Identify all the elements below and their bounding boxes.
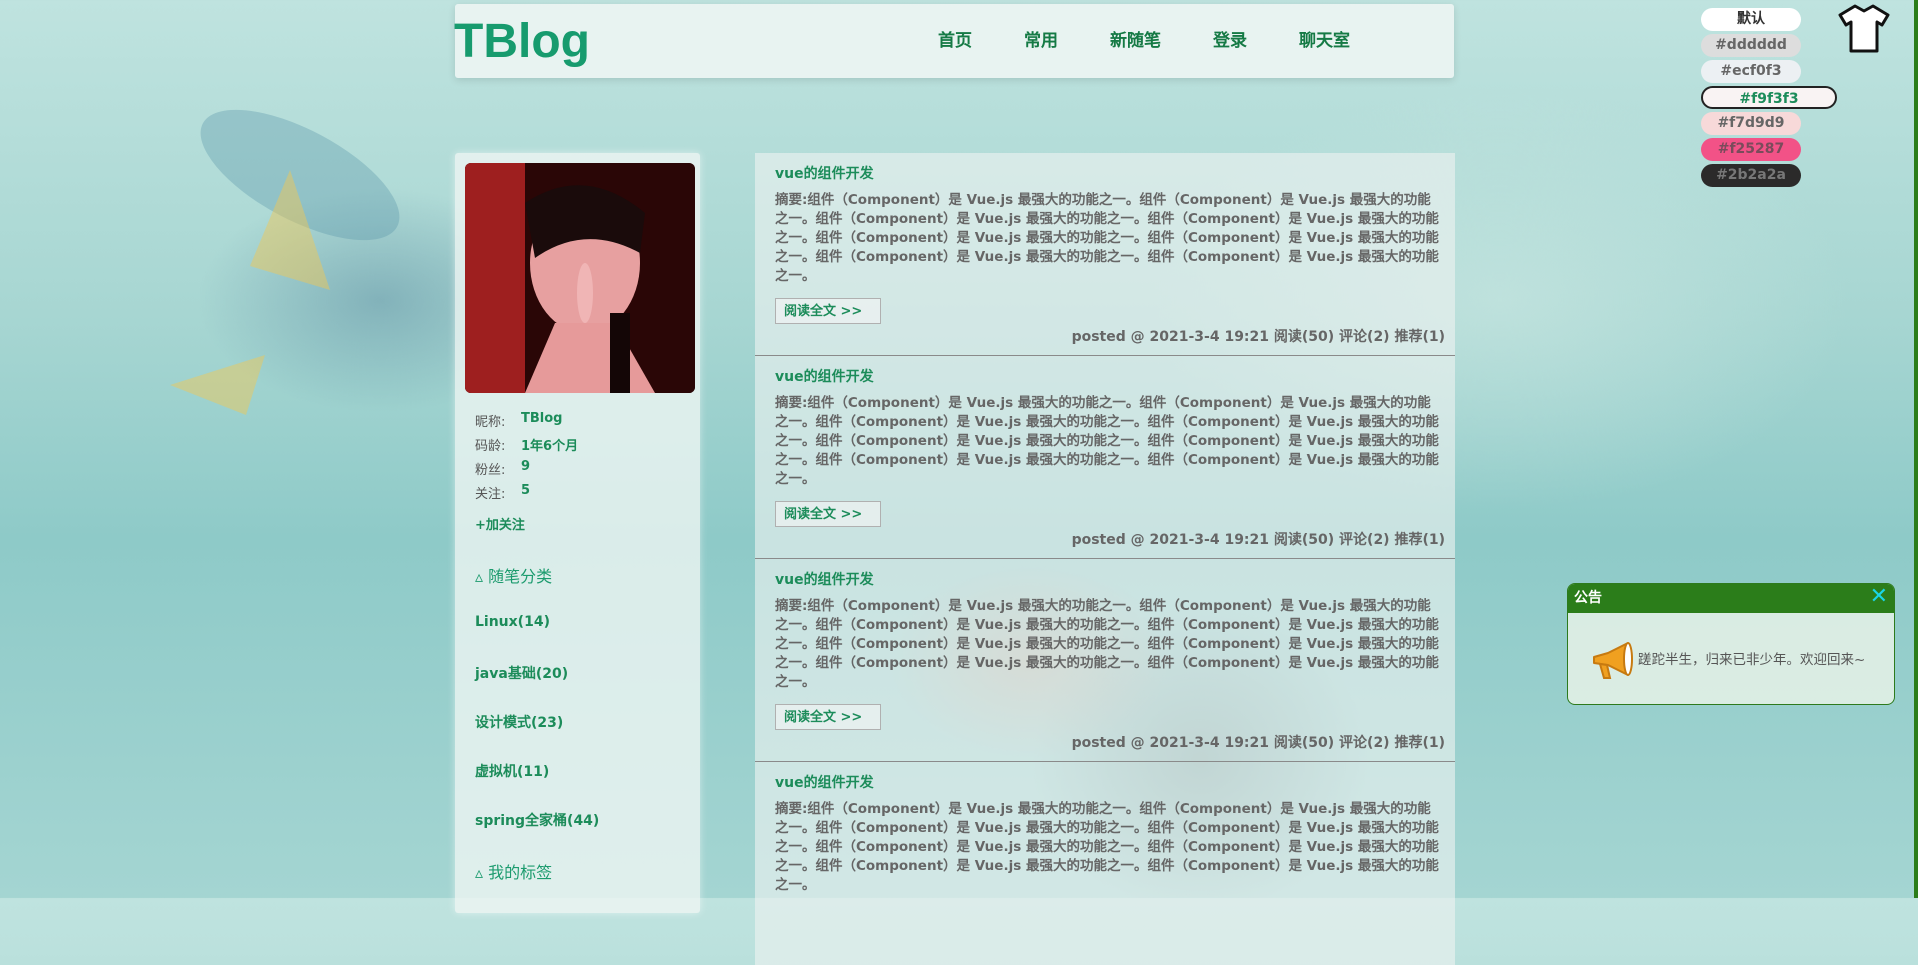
category-item[interactable]: spring全家桶(44)	[475, 810, 599, 830]
post-meta: posted @ 2021-3-4 19:21 阅读(50) 评论(2) 推荐(…	[1071, 735, 1445, 751]
post-title[interactable]: vue的组件开发	[775, 163, 874, 183]
nav-chatroom[interactable]: 聊天室	[1299, 26, 1350, 51]
nickname-value: TBlog	[521, 411, 563, 426]
fans-value[interactable]: 9	[521, 459, 530, 483]
category-section-title[interactable]: ▵ 随笔分类	[475, 563, 552, 587]
post-meta: posted @ 2021-3-4 19:21 阅读(50) 评论(2) 推荐(…	[1071, 532, 1445, 548]
theme-option[interactable]: 默认	[1701, 8, 1801, 31]
announcement-text: 蹉跎半生，归来已非少年。欢迎回来~	[1638, 652, 1866, 668]
post-item: vue的组件开发 摘要:组件（Component）是 Vue.js 最强大的功能…	[755, 762, 1455, 965]
sidebar: 昵称: TBlog 码龄: 1年6个月 粉丝: 9 关注: 5 +加关注 ▵ 随笔分类 …	[455, 153, 700, 913]
theme-option[interactable]: #f9f3f3	[1701, 86, 1837, 109]
following-label: 关注:	[475, 487, 506, 502]
follow-button[interactable]: +加关注	[475, 514, 525, 533]
background-tail-decoration	[170, 355, 265, 415]
theme-option[interactable]: #dddddd	[1701, 34, 1801, 57]
avatar	[465, 163, 695, 393]
category-item[interactable]: 虚拟机(11)	[475, 761, 549, 781]
post-title[interactable]: vue的组件开发	[775, 569, 874, 589]
post-title[interactable]: vue的组件开发	[775, 772, 874, 792]
read-more-button[interactable]: 阅读全文 >>	[775, 501, 881, 527]
theme-option[interactable]: #2b2a2a	[1701, 164, 1801, 187]
announcement-panel: 公告 ✕ 蹉跎半生，归来已非少年。欢迎回来~	[1567, 583, 1895, 705]
fans-label: 粉丝:	[475, 463, 506, 478]
post-title[interactable]: vue的组件开发	[775, 366, 874, 386]
post-list: vue的组件开发 摘要:组件（Component）是 Vue.js 最强大的功能…	[755, 153, 1455, 965]
nav-common[interactable]: 常用	[1024, 26, 1058, 51]
megaphone-icon	[1593, 642, 1633, 679]
theme-option[interactable]: #f25287	[1701, 138, 1801, 161]
post-summary: 摘要:组件（Component）是 Vue.js 最强大的功能之一。组件（Com…	[775, 395, 1439, 487]
following-value[interactable]: 5	[521, 483, 530, 507]
read-more-button[interactable]: 阅读全文 >>	[775, 704, 881, 730]
main-nav: 首页 常用 新随笔 登录 聊天室	[938, 26, 1402, 51]
nav-login[interactable]: 登录	[1213, 26, 1247, 51]
read-more-button[interactable]: 阅读全文 >>	[775, 298, 881, 324]
category-item[interactable]: java基础(20)	[475, 663, 568, 683]
post-summary: 摘要:组件（Component）是 Vue.js 最强大的功能之一。组件（Com…	[775, 801, 1439, 893]
post-item: vue的组件开发 摘要:组件（Component）是 Vue.js 最强大的功能…	[755, 153, 1455, 356]
site-logo[interactable]: TBlog	[454, 14, 590, 69]
nav-new-post[interactable]: 新随笔	[1110, 26, 1161, 51]
theme-option[interactable]: #ecf0f3	[1701, 60, 1801, 83]
close-icon[interactable]: ✕	[1870, 584, 1888, 610]
post-summary: 摘要:组件（Component）是 Vue.js 最强大的功能之一。组件（Com…	[775, 598, 1439, 690]
post-summary: 摘要:组件（Component）是 Vue.js 最强大的功能之一。组件（Com…	[775, 192, 1439, 284]
site-header: TBlog 首页 常用 新随笔 登录 聊天室	[454, 4, 1454, 78]
tshirt-icon[interactable]	[1838, 2, 1890, 54]
code-age-value: 1年6个月	[521, 439, 579, 454]
announcement-title: 公告	[1574, 590, 1602, 606]
theme-option[interactable]: #f7d9d9	[1701, 112, 1801, 135]
nickname-label: 昵称:	[475, 415, 506, 430]
tags-section-title[interactable]: ▵ 我的标签	[475, 859, 552, 883]
post-item: vue的组件开发 摘要:组件（Component）是 Vue.js 最强大的功能…	[755, 559, 1455, 762]
announcement-header: 公告 ✕	[1568, 584, 1894, 613]
theme-switcher: 默认 #dddddd #ecf0f3 #f9f3f3 #f7d9d9 #f25287 #2b…	[1701, 8, 1841, 190]
profile-info: 昵称: TBlog 码龄: 1年6个月 粉丝: 9 关注: 5	[475, 411, 578, 507]
scrollbar-edge[interactable]	[1914, 0, 1918, 898]
category-item[interactable]: 设计模式(23)	[475, 712, 563, 732]
nav-home[interactable]: 首页	[938, 26, 972, 51]
post-item: vue的组件开发 摘要:组件（Component）是 Vue.js 最强大的功能…	[755, 356, 1455, 559]
post-meta: posted @ 2021-3-4 19:21 阅读(50) 评论(2) 推荐(…	[1071, 329, 1445, 345]
code-age-label: 码龄:	[475, 439, 506, 454]
category-item[interactable]: Linux(14)	[475, 614, 550, 630]
